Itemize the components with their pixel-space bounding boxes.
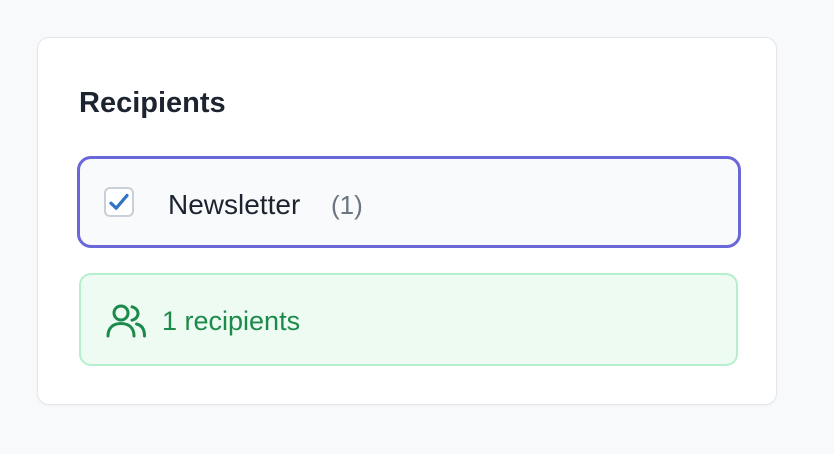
newsletter-option[interactable]: Newsletter (1): [77, 156, 741, 248]
card-title: Recipients: [79, 87, 226, 119]
newsletter-label: Newsletter: [168, 189, 301, 220]
newsletter-checkbox[interactable]: [104, 187, 134, 217]
check-icon: [109, 193, 129, 210]
newsletter-count: (1): [331, 190, 363, 220]
recipient-count-text: 1 recipients: [162, 306, 301, 336]
recipients-card: Recipients Newsletter (1) 1 recipients: [37, 37, 777, 405]
recipient-summary: 1 recipients: [79, 273, 738, 366]
users-icon: [105, 303, 147, 339]
